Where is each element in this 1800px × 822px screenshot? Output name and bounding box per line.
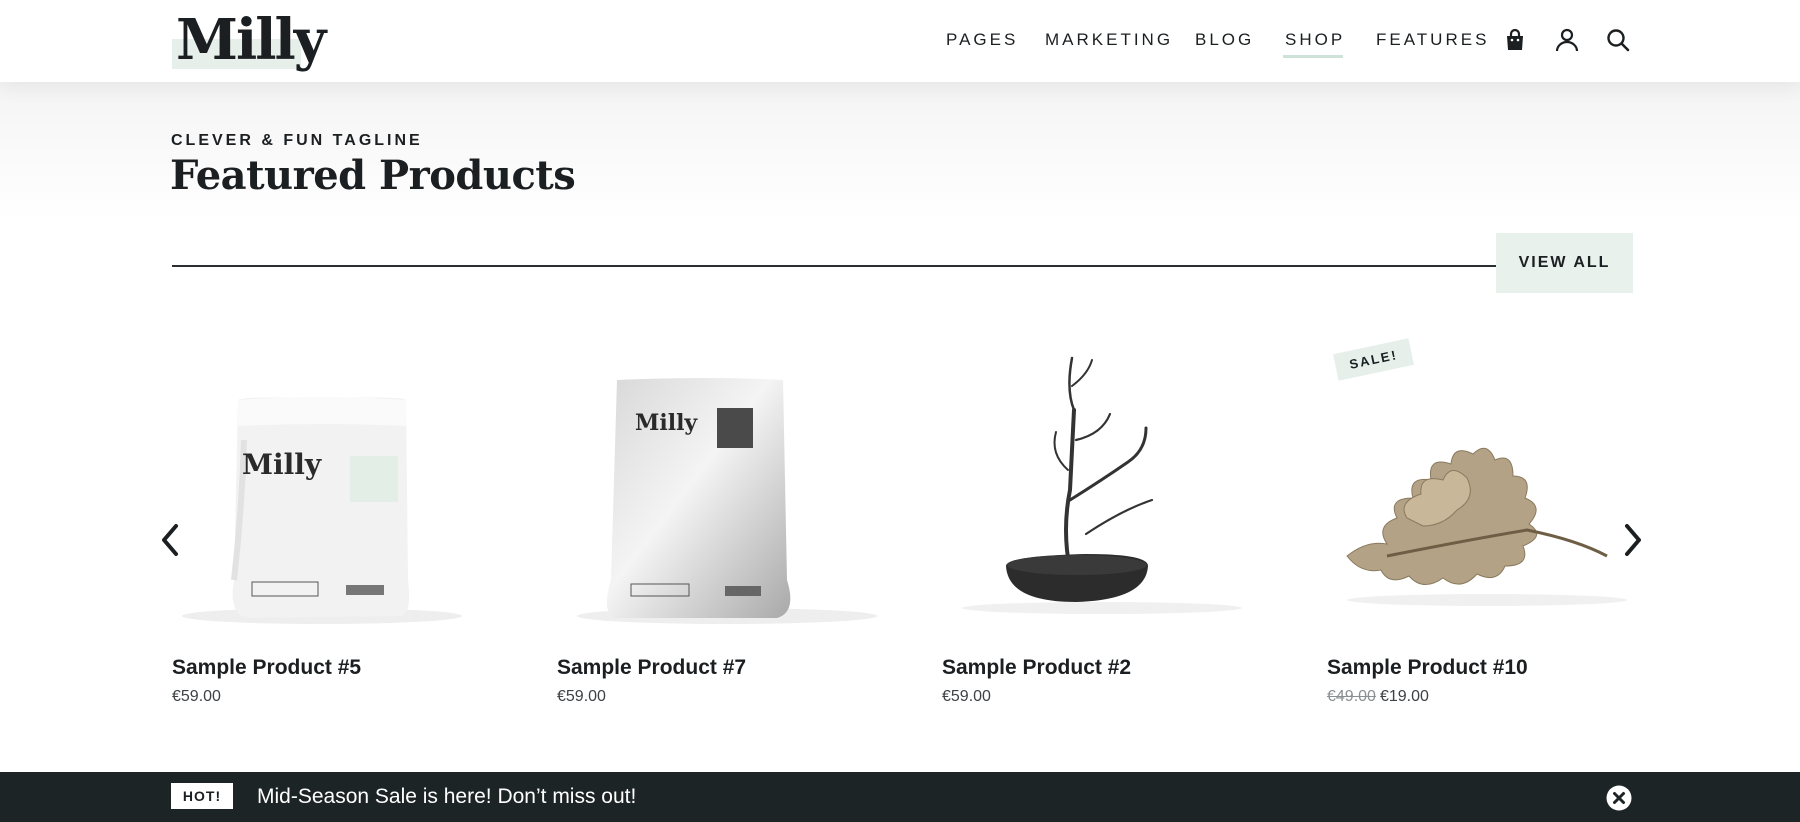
- section-tagline: CLEVER & FUN TAGLINE: [171, 132, 423, 149]
- logo: Milly: [176, 7, 326, 73]
- shopping-bag-icon[interactable]: [1502, 27, 1528, 53]
- product-name[interactable]: Sample Product #10: [1327, 656, 1528, 680]
- product-image-silver-pouch[interactable]: Milly: [557, 330, 877, 640]
- product-image-branch-in-bowl[interactable]: [942, 330, 1262, 640]
- section-title: Featured Products: [170, 152, 576, 199]
- product-name[interactable]: Sample Product #2: [942, 656, 1131, 680]
- user-icon[interactable]: [1554, 27, 1580, 53]
- close-circle-icon[interactable]: [1606, 785, 1632, 811]
- notice-bar: HOT! Mid-Season Sale is here! Don’t miss…: [0, 772, 1800, 822]
- product-price: €59.00: [942, 688, 991, 705]
- product-name[interactable]: Sample Product #7: [557, 656, 746, 680]
- product-image-white-pouch[interactable]: Milly: [172, 330, 492, 640]
- nav-item-marketing[interactable]: MARKETING: [1045, 30, 1173, 50]
- product-card[interactable]: SALE! Sample Product #10 €49.00 €19.00: [1327, 330, 1647, 720]
- search-icon[interactable]: [1605, 27, 1631, 53]
- product-price: €59.00: [557, 688, 606, 705]
- hot-badge: HOT!: [171, 783, 233, 809]
- view-all-button[interactable]: VIEW ALL: [1496, 233, 1633, 293]
- product-card[interactable]: Milly Sample Product #7 €59.00: [557, 330, 877, 720]
- svg-text:Milly: Milly: [635, 410, 698, 436]
- product-old-price: €49.00: [1327, 688, 1376, 705]
- product-image-dried-oak-leaf[interactable]: [1327, 330, 1647, 640]
- product-price: €59.00: [172, 688, 221, 705]
- nav-item-features[interactable]: FEATURES: [1376, 30, 1489, 50]
- product-name[interactable]: Sample Product #5: [172, 656, 361, 680]
- nav-item-blog[interactable]: BLOG: [1195, 30, 1254, 50]
- product-price: €49.00 €19.00: [1327, 688, 1429, 706]
- site-header: Milly PAGES MARKETING BLOG SHOP FEATURES: [0, 0, 1800, 82]
- product-card[interactable]: Sample Product #2 €59.00: [942, 330, 1262, 720]
- product-sale-price: €19.00: [1379, 688, 1429, 705]
- nav-item-shop[interactable]: SHOP: [1282, 30, 1345, 58]
- nav-item-pages[interactable]: PAGES: [946, 30, 1018, 50]
- product-card[interactable]: Milly Sample Product #5 €59.00: [172, 330, 492, 720]
- section-divider: [172, 265, 1496, 267]
- svg-text:Milly: Milly: [242, 448, 322, 481]
- notice-message: Mid-Season Sale is here! Don’t miss out!: [257, 785, 637, 808]
- logo-link[interactable]: Milly: [172, 6, 326, 73]
